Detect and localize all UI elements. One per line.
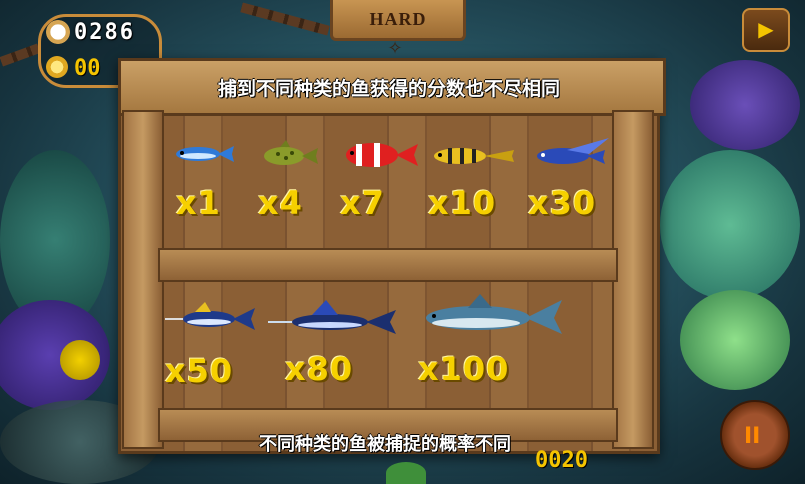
marlin — [268, 300, 396, 334]
cannon-turret — [386, 462, 426, 484]
multiplier-x30: x30 — [528, 184, 597, 222]
chain-right — [240, 2, 330, 36]
sound-toggle-icon[interactable]: ▶ — [742, 8, 790, 52]
spotted-green-fish — [264, 140, 318, 165]
difficulty-sign: HARD — [330, 0, 466, 41]
multiplier-x1: x1 — [176, 184, 221, 222]
multiplier-x10: x10 — [428, 184, 497, 222]
score-value: 0020 — [535, 448, 588, 473]
right-coral-cluster — [660, 150, 800, 300]
clownfish — [346, 143, 418, 167]
multiplier-x100: x100 — [418, 350, 510, 388]
coin-count: 00 — [74, 56, 101, 81]
game-background: 0286 00 HARD ▶ ✧ 捕到不同种类的鱼获得的分数也不尽相同 x1 x… — [0, 0, 805, 484]
swordfish — [165, 302, 255, 330]
small-blue-fish — [176, 146, 234, 162]
multiplier-x7: x7 — [340, 184, 385, 222]
difficulty-label: HARD — [369, 9, 427, 29]
board-right-post — [612, 110, 654, 449]
shark — [426, 294, 562, 334]
right-green-coral — [680, 290, 790, 390]
board-middle-beam — [158, 248, 618, 282]
timer-value: 0286 — [74, 20, 135, 45]
board-headline: 捕到不同种类的鱼获得的分数也不尽相同 — [217, 78, 560, 100]
fish-bone-icon: ✧ — [387, 38, 403, 59]
chain-left — [0, 43, 41, 67]
clock-icon — [46, 20, 70, 44]
coin-stack-icon — [46, 56, 68, 78]
yellow-coral — [60, 340, 100, 380]
yellow-striped-fish — [434, 148, 514, 164]
pause-icon[interactable]: II — [720, 400, 790, 470]
multiplier-x4: x4 — [258, 184, 303, 222]
multiplier-x50: x50 — [165, 352, 234, 390]
multiplier-x80: x80 — [285, 350, 354, 388]
blue-winged-fish — [537, 138, 609, 164]
right-purple-coral — [690, 60, 800, 150]
